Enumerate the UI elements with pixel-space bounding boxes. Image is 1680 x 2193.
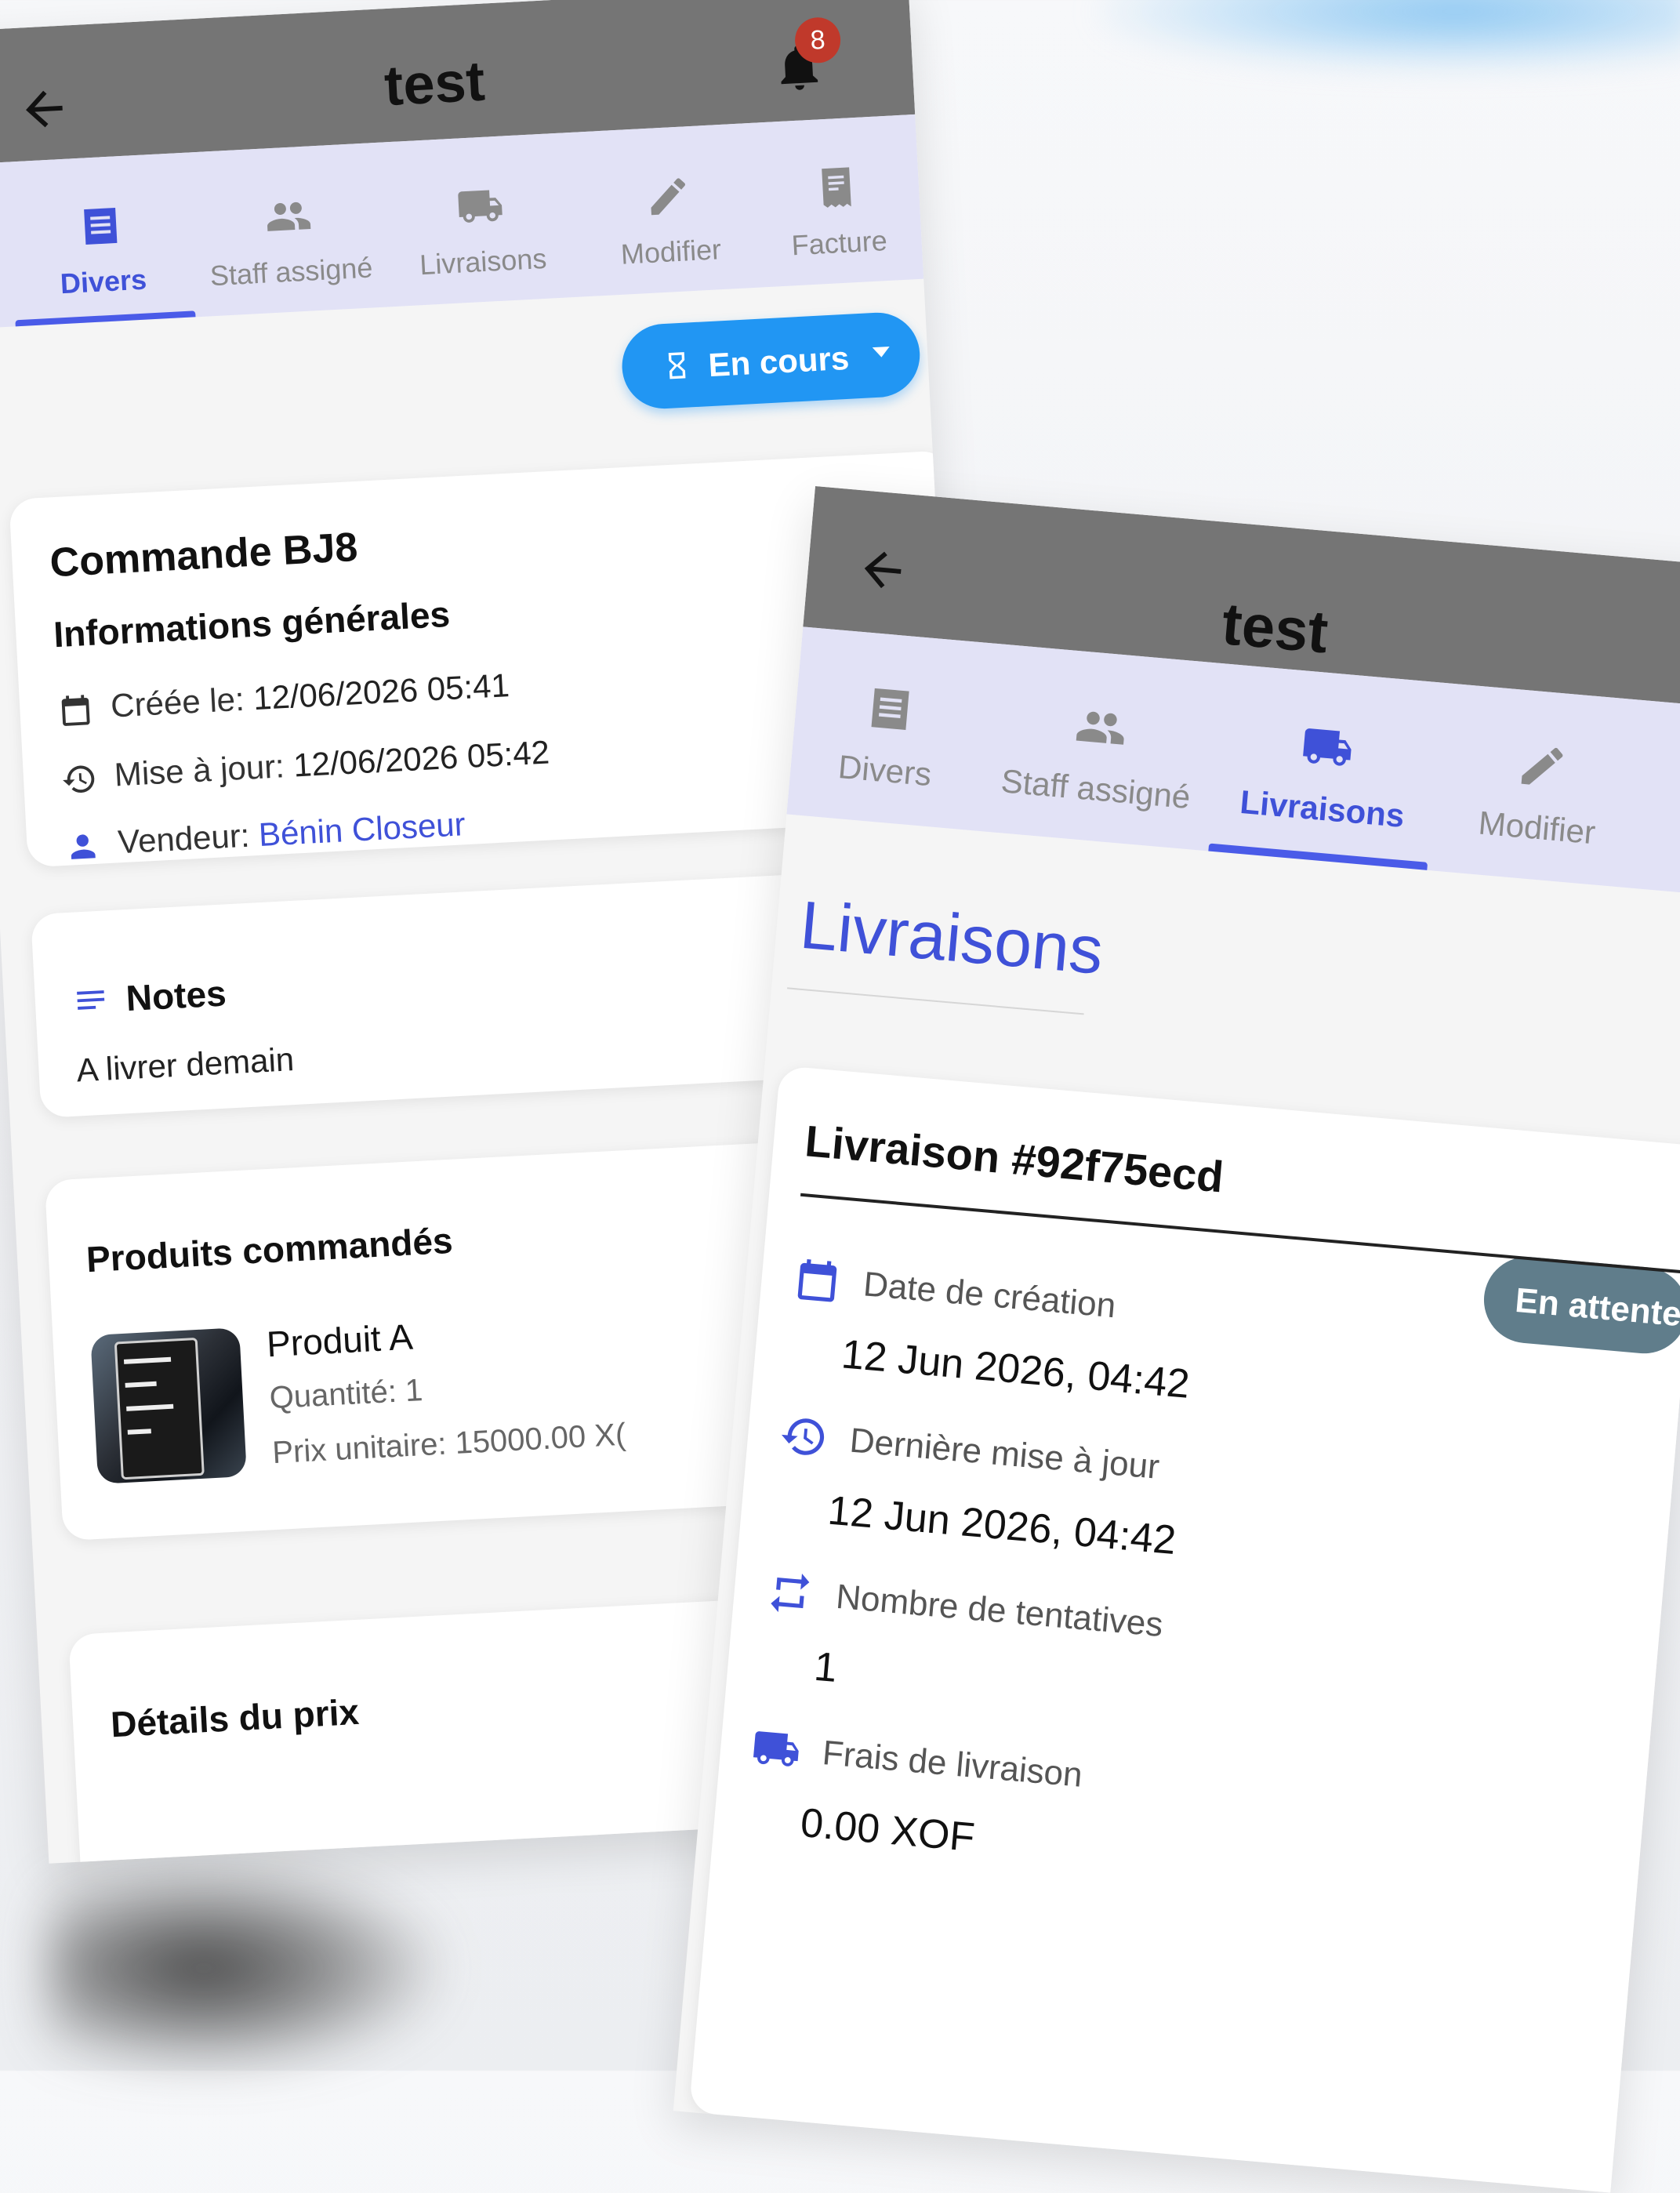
truck-icon (458, 190, 503, 223)
field-value: 12 Jun 2026, 04:42 (825, 1487, 1178, 1564)
tab-label: Livraisons (419, 241, 548, 281)
tab-staff-assigne[interactable]: Staff assigné (974, 643, 1225, 851)
products-title: Produits commandés (85, 1219, 454, 1280)
tab-divers[interactable]: Divers (7, 153, 196, 327)
created-row: Créée le: 12/06/2026 05:41 (110, 666, 510, 725)
deliveries-screen: test Divers Staff assigné Livraisons Mod… (673, 486, 1680, 2193)
person-icon (71, 834, 96, 859)
product-quantity: Quantité: 1 (268, 1373, 424, 1416)
field-label: Date de création (862, 1265, 1118, 1326)
notes-text: A livrer demain (75, 1040, 296, 1089)
updated-value: 12/06/2026 05:42 (292, 733, 551, 784)
background-glow (1098, 0, 1680, 71)
field-value: 12 Jun 2026, 04:42 (840, 1331, 1192, 1407)
truck-icon (1303, 728, 1352, 766)
history-icon (781, 1418, 825, 1455)
seller-link[interactable]: Bénin Closeur (258, 805, 466, 853)
people-icon (267, 202, 311, 231)
product-image (90, 1327, 247, 1484)
tab-label: Staff assigné (1000, 762, 1192, 816)
section-divider (786, 987, 1084, 1015)
active-tab-indicator (15, 310, 196, 327)
seller-label: Vendeur: (117, 816, 251, 861)
tab-modifier[interactable]: Modifier (1427, 683, 1654, 889)
tab-modifier[interactable]: Modifier (579, 123, 760, 296)
active-tab-indicator (1208, 843, 1428, 870)
section-title: Livraisons (796, 887, 1107, 989)
people-icon (1076, 711, 1124, 745)
receipt-icon (822, 167, 851, 208)
hourglass-icon (668, 352, 686, 379)
field-value: 1 (812, 1643, 840, 1692)
calendar-icon (61, 695, 90, 726)
tab-label: Staff assigné (209, 251, 374, 292)
tab-divers[interactable]: Divers (786, 626, 990, 830)
history-icon (63, 765, 95, 793)
tab-livraisons[interactable]: Livraisons (383, 133, 579, 307)
field-label: Nombre de tentatives (834, 1577, 1165, 1645)
updated-label: Mise à jour: (113, 747, 285, 793)
pencil-icon (651, 178, 685, 216)
tab-livraisons[interactable]: Livraisons (1208, 663, 1443, 870)
status-dropdown-button[interactable]: En cours (619, 310, 922, 411)
list-alt-icon (871, 688, 909, 730)
tab-label: Facture (790, 224, 888, 262)
tab-staff-assigne[interactable]: Staff assigné (187, 143, 391, 318)
notes-icon (77, 990, 105, 1010)
calendar-icon (797, 1259, 837, 1302)
order-title: Commande BJ8 (49, 524, 359, 586)
status-label: En cours (707, 339, 851, 384)
tab-label: Modifier (619, 233, 722, 270)
notification-button[interactable]: 8 (770, 16, 842, 100)
field-value: 0.00 XOF (798, 1799, 977, 1861)
tab-label: Divers (59, 263, 147, 300)
section-heading: Informations générales (53, 593, 452, 655)
updated-row: Mise à jour: 12/06/2026 05:42 (114, 733, 550, 793)
tab-label: Modifier (1477, 804, 1598, 851)
product-unit-price: Prix unitaire: 15000.00 X( (271, 1417, 627, 1471)
pencil-icon (1521, 747, 1563, 785)
background-shadow (47, 1866, 439, 2070)
repeat-icon (771, 1573, 810, 1613)
field-label: Frais de livraison (821, 1734, 1084, 1795)
notes-title: Notes (125, 972, 227, 1019)
field-label: Dernière mise à jour (847, 1421, 1161, 1487)
truck-icon (753, 1731, 799, 1766)
price-details-title: Détails du prix (109, 1690, 361, 1745)
delivery-title: Livraison #92f75ecd (803, 1116, 1226, 1202)
created-value: 12/06/2026 05:41 (252, 666, 510, 717)
delivery-card: Livraison #92f75ecd En attente Date de c… (688, 1065, 1680, 2193)
tab-facture[interactable]: Facture (751, 114, 924, 288)
tab-label: Divers (836, 748, 934, 793)
caret-down-icon (872, 347, 891, 358)
tab-label: Livraisons (1238, 782, 1406, 834)
product-name: Produit A (265, 1316, 414, 1365)
seller-row: Vendeur: Bénin Closeur (117, 805, 466, 861)
created-label: Créée le: (110, 680, 245, 724)
list-alt-icon (84, 207, 118, 245)
delivery-status-label: En attente (1513, 1280, 1680, 1334)
